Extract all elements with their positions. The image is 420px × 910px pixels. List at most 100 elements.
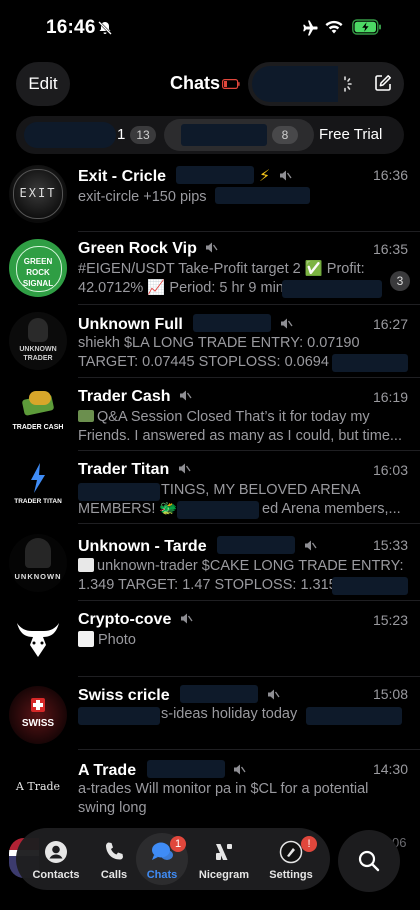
tab-settings[interactable]: Settings ! [261, 828, 321, 890]
muted-icon [180, 613, 193, 624]
muted-icon [179, 390, 192, 401]
chat-preview-line1: unknown-trader $CAKE LONG TRADE ENTRY: [78, 557, 408, 577]
chat-preview-line1: Photo [78, 631, 390, 651]
muted-icon [304, 540, 317, 551]
chat-preview-line1: #EIGEN/USDT Take-Profit target 2 ✅ Profi… [78, 261, 365, 277]
chat-preview-line2-end: ed Arena members,... [262, 501, 401, 517]
chat-preview-line2: Friends. I answered as many as I could, … [78, 428, 402, 444]
chat-time: 16:35 [372, 241, 408, 257]
chat-name: Trader Titan [78, 461, 191, 479]
compose-icon[interactable] [374, 74, 392, 92]
chart-thumbnail-icon [78, 558, 94, 572]
contacts-icon [45, 841, 67, 863]
chat-preview-line2: MEMBERS! 🐲 [78, 501, 178, 517]
settings-alert-badge: ! [301, 836, 317, 852]
chats-unread-badge: 1 [170, 836, 186, 852]
chat-preview-line2: 1.349 TARGET: 1.47 STOPLOSS: 1.315 [78, 577, 337, 593]
avatar: SWISS [9, 686, 67, 744]
redacted-area [332, 577, 408, 595]
avatar: TRADER CASH [9, 385, 67, 443]
chat-preview-line2: swing long [78, 800, 147, 816]
tab-bar: Contacts Calls Chats 1 Nicegram Settings… [16, 828, 330, 890]
chat-row[interactable]: UNKNOWN Unknown - Tarde 15:33 unknown-tr… [0, 524, 420, 601]
bull-logo-icon [17, 623, 59, 657]
edit-button[interactable]: Edit [16, 62, 70, 106]
chat-row[interactable]: Crypto-cove 15:23 Photo [0, 601, 420, 677]
avatar: GREEN ROCK SIGNAL [9, 239, 67, 297]
chat-time: 15:08 [372, 686, 408, 702]
chat-preview-line1: TINGS, MY BELOVED ARENA [161, 482, 361, 498]
airplane-mode-icon [303, 20, 318, 36]
folder-tab-2-count: 8 [272, 126, 298, 144]
wifi-icon [325, 20, 343, 34]
avatar: A Trade [9, 758, 67, 816]
chat-folder-tabs: 1 13 8 Free Trial [16, 116, 404, 154]
muted-icon [206, 242, 218, 253]
chat-time: 16:36 [372, 167, 408, 183]
avatar [9, 609, 67, 667]
muted-icon [267, 689, 280, 700]
avatar: UNKNOWN [9, 534, 67, 592]
bell-muted-icon [98, 21, 112, 35]
loading-icon [344, 76, 352, 92]
battery-charging-icon [352, 19, 381, 35]
chat-time: 15:33 [372, 537, 408, 553]
chat-name: Unknown Full [78, 314, 293, 334]
chat-row[interactable]: EXIT Exit - Cricle ⚡ 16:36 exit-circle +… [0, 160, 420, 232]
redacted-area [177, 501, 259, 519]
chat-row[interactable]: GREEN ROCK SIGNAL Green Rock Vip 16:35 #… [0, 232, 420, 305]
search-button[interactable] [338, 830, 400, 892]
chat-name: Green Rock Vip [78, 240, 218, 258]
chat-name: Unknown - Tarde [78, 536, 317, 556]
chat-preview-line1: shiekh $LA LONG TRADE ENTRY: 0.07190 [78, 335, 360, 351]
avatar: UNKNOWN TRADER [9, 312, 67, 370]
chat-time: 16:03 [372, 462, 408, 478]
avatar: EXIT [9, 165, 67, 223]
redacted-area [306, 707, 402, 725]
chat-row[interactable]: UNKNOWN TRADER Unknown Full 16:27 shiekh… [0, 305, 420, 378]
redacted-area [24, 122, 116, 148]
chat-row[interactable]: A Trade A Trade 14:30 a-trades Will moni… [0, 750, 420, 830]
folder-tab-1-count: 13 [130, 126, 156, 144]
chat-time: 15:23 [372, 612, 408, 628]
folder-tab-1-label[interactable]: 1 [117, 126, 125, 143]
chat-preview-line2: TARGET: 0.07445 STOPLOSS: 0.0694 [78, 354, 329, 370]
tab-chats[interactable]: Chats 1 [132, 828, 192, 890]
chat-row[interactable]: TRADER TITAN Trader Titan 16:03 TINGS, M… [0, 451, 420, 524]
muted-icon [279, 170, 292, 181]
photo-thumbnail-icon [78, 631, 94, 647]
page-title: Chats [170, 73, 221, 93]
chat-preview: exit-circle +150 pips [78, 187, 390, 208]
phone-icon [106, 842, 123, 860]
redacted-area [282, 280, 382, 298]
folder-tab-free-trial[interactable]: Free Trial [319, 126, 382, 143]
chat-name: Crypto-cove [78, 611, 193, 629]
redacted-area [332, 354, 408, 372]
redacted-area [181, 124, 267, 146]
muted-icon [178, 463, 191, 474]
chat-time: 16:19 [372, 389, 408, 405]
low-battery-icon [222, 79, 240, 89]
redacted-area [78, 483, 160, 501]
chat-time: 16:27 [372, 316, 408, 332]
nicegram-icon [216, 844, 232, 860]
tab-nicegram[interactable]: Nicegram [194, 828, 254, 890]
tab-contacts[interactable]: Contacts [26, 828, 86, 890]
unread-badge: 3 [390, 271, 410, 291]
lightning-icon [31, 463, 45, 493]
chat-row[interactable]: TRADER CASH Trader Cash 16:19 Q&A Sessio… [0, 378, 420, 451]
chat-row[interactable]: SWISS Swiss cricle 15:08 s-ideas holiday… [0, 677, 420, 750]
avatar: TRADER TITAN [9, 458, 67, 516]
search-icon [358, 850, 380, 872]
chat-name: Trader Cash [78, 388, 192, 406]
status-time: 16:46 [46, 17, 96, 38]
chat-name: Exit - Cricle ⚡ [78, 166, 292, 186]
redacted-area [78, 707, 160, 725]
photo-thumbnail-icon [78, 410, 94, 422]
settings-avatar-icon [279, 840, 303, 864]
chat-preview-line1: a-trades Will monitor pa in $CL for a po… [78, 781, 369, 797]
chat-preview-line1: Q&A Session Closed That’s it for today m… [78, 408, 390, 428]
chat-preview-line1: s-ideas holiday today [161, 706, 298, 722]
chat-name: Swiss cricle [78, 685, 280, 705]
chat-name: A Trade [78, 760, 246, 780]
